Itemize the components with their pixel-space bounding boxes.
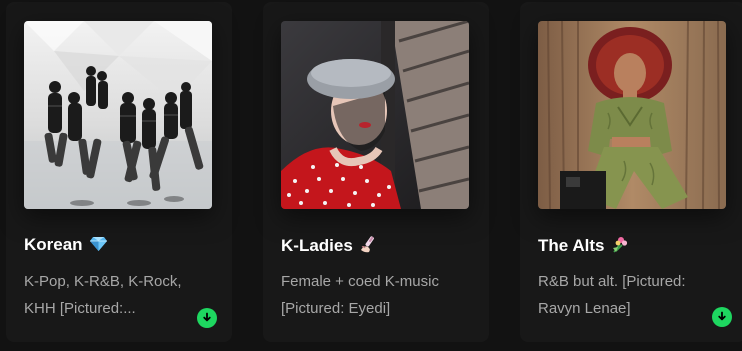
playlist-card-korean[interactable]: Korean K-Pop, K-R&B, K-Rock, KHH [Pictur… [6, 2, 232, 342]
playlist-title[interactable]: K-Ladies [281, 235, 377, 258]
playlist-cover-image[interactable] [24, 21, 212, 209]
bouquet-icon [610, 235, 628, 258]
downloaded-icon [197, 308, 217, 328]
playlist-description: Female + coed K-music [Pictured: Eyedi] [281, 273, 439, 317]
nail-polish-icon [359, 235, 377, 258]
playlist-card-k-ladies[interactable]: K-Ladies Female + coed K-music [Pictured… [263, 2, 489, 342]
playlist-card-the-alts[interactable]: The Alts R&B but alt. [Pictured: Ravyn L… [520, 2, 742, 342]
playlist-description: R&B but alt. [Pictured: Ravyn Lenae] [538, 273, 686, 317]
gem-icon [89, 236, 108, 257]
playlist-row: Korean K-Pop, K-R&B, K-Rock, KHH [Pictur… [0, 0, 742, 351]
playlist-description: K-Pop, K-R&B, K-Rock, KHH [Pictured:... [24, 273, 182, 317]
playlist-title[interactable]: The Alts [538, 235, 628, 258]
playlist-title[interactable]: Korean [24, 235, 108, 257]
playlist-cover-image[interactable] [538, 21, 726, 209]
downloaded-icon [712, 307, 732, 327]
playlist-cover-image[interactable] [281, 21, 469, 209]
